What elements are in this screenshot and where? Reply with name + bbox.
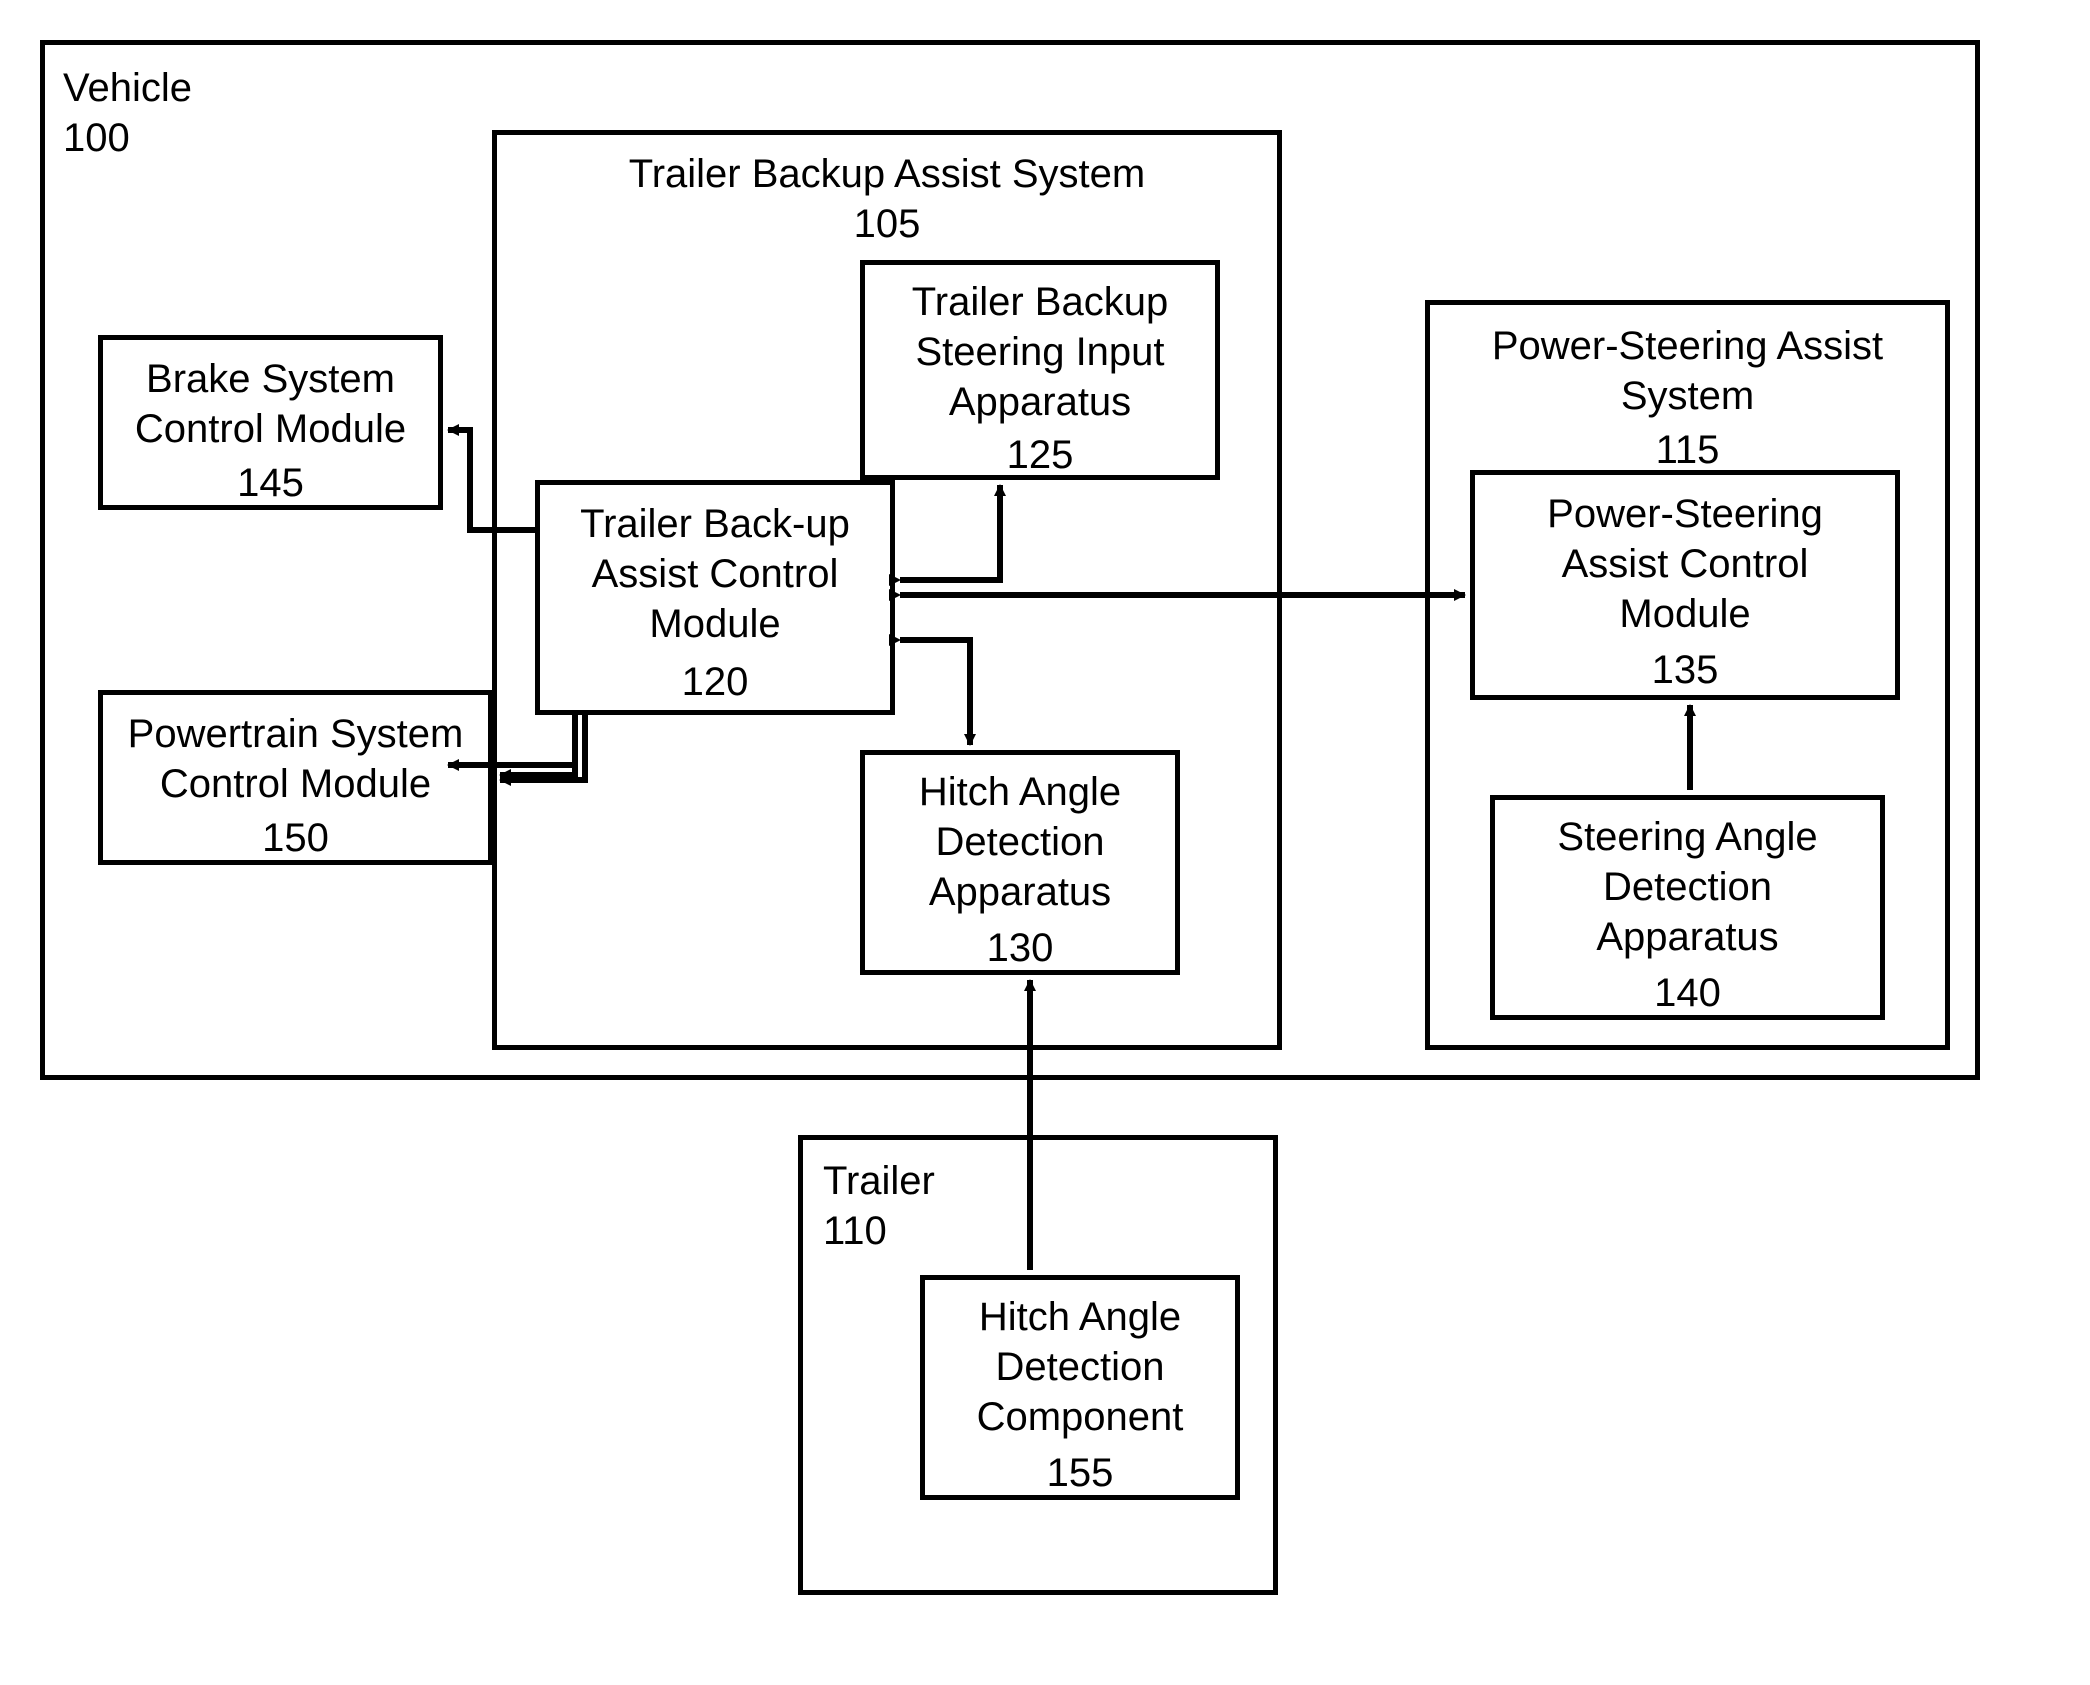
tbas-title: Trailer Backup Assist System	[497, 149, 1277, 199]
sada-title: Steering Angle Detection Apparatus	[1495, 812, 1880, 962]
diagram-root: Vehicle 100 Trailer Backup Assist System…	[40, 40, 2050, 1645]
tbacm-box: Trailer Back-up Assist Control Module 12…	[535, 480, 895, 715]
bscm-box: Brake System Control Module 145	[98, 335, 443, 510]
pscm-box: Powertrain System Control Module 150	[98, 690, 493, 865]
psacm-box: Power-Steering Assist Control Module 135	[1470, 470, 1900, 700]
psas-ref: 115	[1430, 425, 1945, 475]
sada-ref: 140	[1495, 968, 1880, 1018]
hada-title: Hitch Angle Detection Apparatus	[865, 767, 1175, 917]
pscm-ref: 150	[103, 813, 488, 863]
vehicle-title: Vehicle	[63, 63, 192, 113]
tbas-ref: 105	[497, 199, 1277, 249]
hadc-title: Hitch Angle Detection Component	[925, 1292, 1235, 1442]
hadc-box: Hitch Angle Detection Component 155	[920, 1275, 1240, 1500]
trailer-ref: 110	[823, 1206, 887, 1256]
psacm-title: Power-Steering Assist Control Module	[1475, 489, 1895, 639]
tbsia-title: Trailer Backup Steering Input Apparatus	[865, 277, 1215, 427]
sada-box: Steering Angle Detection Apparatus 140	[1490, 795, 1885, 1020]
bscm-title: Brake System Control Module	[103, 354, 438, 454]
tbsia-box: Trailer Backup Steering Input Apparatus …	[860, 260, 1220, 480]
bscm-ref: 145	[103, 458, 438, 508]
tbsia-ref: 125	[865, 430, 1215, 480]
hadc-ref: 155	[925, 1448, 1235, 1498]
pscm-title: Powertrain System Control Module	[103, 709, 488, 809]
hada-box: Hitch Angle Detection Apparatus 130	[860, 750, 1180, 975]
tbacm-title: Trailer Back-up Assist Control Module	[540, 499, 890, 649]
tbacm-ref: 120	[540, 657, 890, 707]
psacm-ref: 135	[1475, 645, 1895, 695]
hada-ref: 130	[865, 923, 1175, 973]
vehicle-ref: 100	[63, 113, 130, 163]
psas-title: Power-Steering Assist System	[1430, 321, 1945, 421]
trailer-title: Trailer	[823, 1156, 935, 1206]
